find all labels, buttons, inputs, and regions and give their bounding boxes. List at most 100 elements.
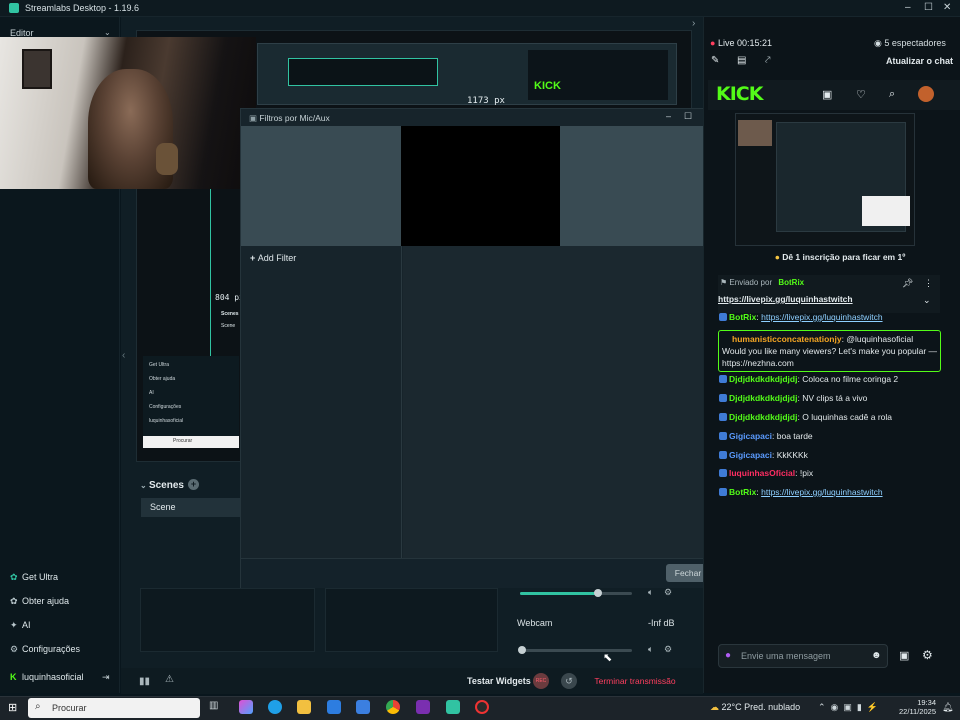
emoji-icon[interactable]: ☻ xyxy=(871,650,882,661)
stream-thumbnail[interactable] xyxy=(735,113,915,246)
nav-ai[interactable]: ✦ AI xyxy=(10,620,31,631)
microphone xyxy=(156,143,178,175)
task-view-icon[interactable]: ▥ xyxy=(209,700,223,714)
system-tray-icons[interactable]: ⌃◉▣▮⚡ xyxy=(818,702,883,713)
streamlabs-taskbar-icon[interactable] xyxy=(446,700,460,714)
logout-icon[interactable]: ⇥ xyxy=(102,672,110,683)
pinned-link[interactable]: https://livepix.gg/luquinhastwitch xyxy=(718,294,853,304)
chat-input[interactable]: ● Envie uma mensagem ☻ xyxy=(718,644,888,668)
app-icon[interactable] xyxy=(416,700,430,714)
mic-icon: ● xyxy=(725,650,732,661)
filter-icon: ▣ xyxy=(249,113,260,123)
speaker-icon[interactable]: 🔈︎ xyxy=(648,644,653,655)
webcam-volume-knob[interactable] xyxy=(518,646,526,654)
preview-width-label: 1173 px xyxy=(467,96,505,106)
collapse-left-icon[interactable]: ‹ xyxy=(122,350,125,361)
obs-icon[interactable] xyxy=(475,700,489,714)
replay-icon[interactable]: ↺ xyxy=(561,673,577,689)
speaker-icon[interactable]: 🔈︎ xyxy=(648,587,653,598)
scenes-list-area xyxy=(140,588,315,652)
notification-icon[interactable]: 🔔︎ xyxy=(942,702,953,713)
store-icon[interactable]: ▣ xyxy=(822,88,832,101)
store-icon[interactable]: ▤ xyxy=(737,55,746,66)
dialog-maximize-button[interactable]: ☐ xyxy=(684,111,692,122)
expand-right-icon[interactable]: › xyxy=(692,18,695,29)
pinned-by: ⚑ Enviado por BotRix xyxy=(720,278,804,287)
nested-nav-user: luquinhasoficial xyxy=(149,418,184,424)
test-widgets-button[interactable]: Testar Widgets xyxy=(467,676,531,686)
chat-username[interactable]: Djdjdkdkdkdjdjdj xyxy=(729,412,797,422)
chat-message-text[interactable]: https://livepix.gg/luquinhastwitch xyxy=(761,312,882,322)
live-label: Live 00:15:21 xyxy=(717,38,772,48)
dialog-footer xyxy=(241,558,719,588)
chat-message-text[interactable]: https://livepix.gg/luquinhastwitch xyxy=(761,487,882,497)
user-badge-icon xyxy=(719,488,727,496)
chat-message: humanisticconcatenationjy: @luquinhasofi… xyxy=(718,330,941,372)
mic-volume-knob[interactable] xyxy=(594,589,603,597)
more-icon[interactable]: ⋮ xyxy=(924,278,933,289)
mixer-source-name: Webcam xyxy=(517,618,553,628)
pin-icon[interactable]: 📌︎ xyxy=(902,278,913,289)
clock-time: 19:34 xyxy=(917,698,936,707)
webcam-overlay xyxy=(0,37,256,189)
dialog-minimize-button[interactable]: – xyxy=(666,111,671,121)
webcam-volume-slider[interactable] xyxy=(518,646,632,654)
add-filter-button[interactable]: + Add Filter xyxy=(250,253,296,263)
gear-icon[interactable]: ⚙ xyxy=(922,648,933,662)
share-icon[interactable]: ⤤ xyxy=(765,55,771,66)
heart-icon[interactable]: ♡ xyxy=(856,88,866,101)
nav-ai-label: AI xyxy=(22,620,31,630)
nav-help[interactable]: ✿ Obter ajuda xyxy=(10,596,69,607)
refresh-chat-button[interactable]: Atualizar o chat xyxy=(886,56,953,66)
nav-user[interactable]: Kluquinhasoficial xyxy=(10,672,84,682)
gear-icon[interactable]: ⚙ xyxy=(664,587,672,598)
edit-icon[interactable]: ✎ xyxy=(711,55,719,66)
chat-username[interactable]: BotRix xyxy=(729,487,756,497)
windows-start-icon[interactable]: ⊞ xyxy=(8,701,17,714)
taskbar-clock[interactable]: 19:34 22/11/2025 xyxy=(896,698,936,716)
kick-logo[interactable]: KICK xyxy=(716,83,763,105)
minimize-button[interactable]: – xyxy=(905,2,911,13)
chevron-down-icon[interactable]: ⌄ xyxy=(923,295,931,306)
taskbar-search[interactable]: ⌕ Procurar xyxy=(28,698,200,718)
file-explorer-icon[interactable] xyxy=(297,700,311,714)
scene-item[interactable]: Scene xyxy=(141,498,240,517)
close-button[interactable]: ✕ xyxy=(943,2,951,13)
maximize-button[interactable]: ☐ xyxy=(924,2,933,13)
weather-widget[interactable]: ☁ 22°C Pred. nublado xyxy=(710,702,800,713)
chat-username[interactable]: luquinhasOficial xyxy=(729,468,795,478)
nav-settings[interactable]: ⚙ Configurações xyxy=(10,644,80,655)
search-icon[interactable]: ⌕ xyxy=(889,88,895,101)
edge-icon[interactable] xyxy=(268,700,282,714)
copilot-icon[interactable] xyxy=(239,700,253,714)
chat-username[interactable]: humanisticconcatenationjy xyxy=(732,334,842,344)
pinned-user[interactable]: BotRix xyxy=(778,278,804,287)
filter-settings xyxy=(403,246,719,558)
store-icon[interactable]: ▣ xyxy=(899,649,909,662)
avatar[interactable] xyxy=(918,86,934,102)
subscribe-banner[interactable]: ● Dê 1 inscrição para ficar em 1º xyxy=(720,248,960,266)
mail-icon[interactable] xyxy=(356,700,370,714)
gear-icon[interactable]: ⚙ xyxy=(664,644,672,655)
stats-icon[interactable]: ▮▮ xyxy=(139,676,150,687)
nested-chat-thumbnail: KICK xyxy=(528,50,668,100)
add-scene-icon[interactable]: + xyxy=(188,479,199,490)
mixer-level: -Inf dB xyxy=(648,618,675,628)
chevron-down-icon[interactable]: ⌄ xyxy=(104,28,111,37)
chat-username[interactable]: Djdjdkdkdkdjdjdj xyxy=(729,393,797,403)
eye-icon: ◉ xyxy=(874,38,885,48)
end-stream-button[interactable]: Terminar transmissão xyxy=(587,672,683,690)
chat-username[interactable]: Gigicapaci xyxy=(729,450,772,460)
chat-username[interactable]: Gigicapaci xyxy=(729,431,772,441)
scenes-collapse-icon[interactable]: ⌄ xyxy=(140,481,149,490)
record-button[interactable]: REC xyxy=(533,673,549,689)
weather-text: 22°C Pred. nublado xyxy=(721,702,801,712)
alert-icon[interactable]: ⚠ xyxy=(165,674,174,685)
nav-get-ultra[interactable]: ✿ Get Ultra xyxy=(10,572,58,583)
chat-username[interactable]: Djdjdkdkdkdjdjdj xyxy=(729,374,797,384)
chrome-icon[interactable] xyxy=(386,700,400,714)
mic-volume-slider[interactable] xyxy=(520,589,632,597)
chat-username[interactable]: BotRix xyxy=(729,312,756,322)
store-icon[interactable] xyxy=(327,700,341,714)
clock-date: 22/11/2025 xyxy=(899,707,936,716)
